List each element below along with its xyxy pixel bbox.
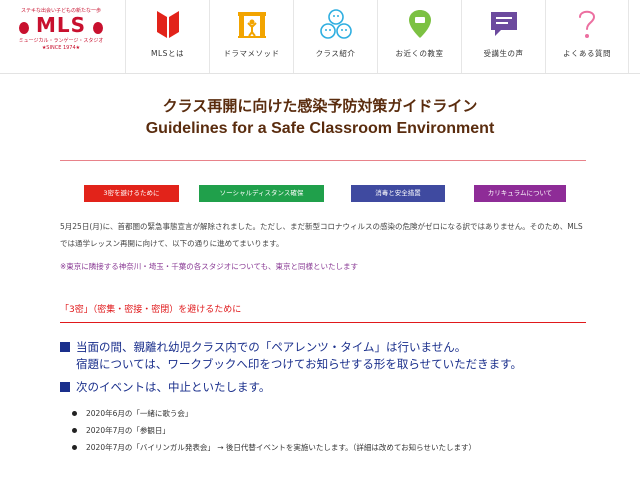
anchor-button-social-distance[interactable]: ソーシャルディスタンス確保 [199,185,324,202]
nav-item-faq[interactable]: よくある質問 [545,0,629,73]
section-title-avoid-3c: 「3密」（密集・密接・密閉）を避けるために [60,305,242,315]
nav-label: お近くの教室 [395,49,444,58]
main-nav: MLSとは ドラマメソッド クラス紹介 お近くの教室 受講生の声 よくある質問 [125,0,629,73]
list-item-text: 2020年6月の「一緒に歌う会」 [86,409,193,418]
list-item-text: 2020年7月の「バイリンガル発表会」 → 後日代替イベントを実施いたします。（… [86,443,477,452]
nav-item-drama-method[interactable]: ドラマメソッド [209,0,293,73]
nav-label: ドラマメソッド [223,49,280,58]
site-header: ステキな出会い子どもの新たな一歩 MLS ミュージカル・ランゲージ・スタジオ ★… [0,0,640,74]
bullet-parent-time: 当面の間、親離れ幼児クラス内での「ペアレンツ・タイム」は行いません。 宿題につい… [60,339,522,373]
nav-label: MLSとは [151,49,184,58]
bullet-text-cont: 宿題については、ワークブックへ印をつけてお知らせする形を取らせていただきます。 [76,357,522,371]
dot-bullet-icon [72,445,77,450]
nav-label: よくある質問 [563,49,611,58]
question-icon [568,5,606,43]
map-pin-icon [401,5,439,43]
page-title-en: Guidelines for a Safe Classroom Environm… [145,120,495,137]
cancelled-events-list: 2020年6月の「一緒に歌う会」 2020年7月の「参観日」 2020年7月の「… [72,405,476,456]
section-divider [60,322,586,323]
speech-bubble-icon [485,5,523,43]
faces-icon [317,5,355,43]
logo-since: ★SINCE 1974★ [41,45,81,51]
title-divider [60,160,586,161]
list-item: 2020年6月の「一緒に歌う会」 [72,405,476,422]
nav-item-nearby-school[interactable]: お近くの教室 [377,0,461,73]
dot-bullet-icon [72,428,77,433]
list-item: 2020年7月の「バイリンガル発表会」 → 後日代替イベントを実施いたします。（… [72,439,476,456]
logo-name: MLS [35,13,87,37]
bullet-events-cancelled: 次のイベントは、中止といたします。 [60,379,270,396]
nav-item-testimonials[interactable]: 受講生の声 [461,0,545,73]
logo-subtitle: ミュージカル・ランゲージ・スタジオ [18,38,104,44]
page-title-jp: クラス再開に向けた感染予防対策ガイドライン [162,97,478,115]
list-item: 2020年7月の「参観日」 [72,422,476,439]
bullet-text: 当面の間、親離れ幼児クラス内での「ペアレンツ・タイム」は行いません。 [76,340,467,354]
anchor-button-disinfection[interactable]: 消毒と安全措置 [351,185,445,202]
anchor-button-curriculum[interactable]: カリキュラムについて [474,185,566,202]
nav-label: クラス紹介 [315,49,356,58]
bullet-text: 次のイベントは、中止といたします。 [76,380,271,394]
square-bullet-icon [60,342,70,352]
dot-bullet-icon [72,411,77,416]
region-note: ※東京に隣接する神奈川・埼玉・千葉の各スタジオについても、東京と同様といたします [60,262,358,271]
mask-icon [18,21,29,34]
nav-label: 受講生の声 [483,49,524,58]
list-item-text: 2020年7月の「参観日」 [86,426,170,435]
book-icon [149,5,187,43]
intro-paragraph: 5月25日(月)に、首都圏の緊急事態宣言が解除されました。ただし、まだ新型コロナ… [60,222,583,248]
mask-icon [93,21,104,34]
stage-icon [233,5,271,43]
square-bullet-icon [60,382,70,392]
site-logo[interactable]: ステキな出会い子どもの新たな一歩 MLS ミュージカル・ランゲージ・スタジオ ★… [0,0,125,72]
nav-item-classes[interactable]: クラス紹介 [293,0,377,73]
anchor-button-avoid-3c[interactable]: 3密を避けるために [84,185,179,202]
nav-item-about[interactable]: MLSとは [125,0,209,73]
